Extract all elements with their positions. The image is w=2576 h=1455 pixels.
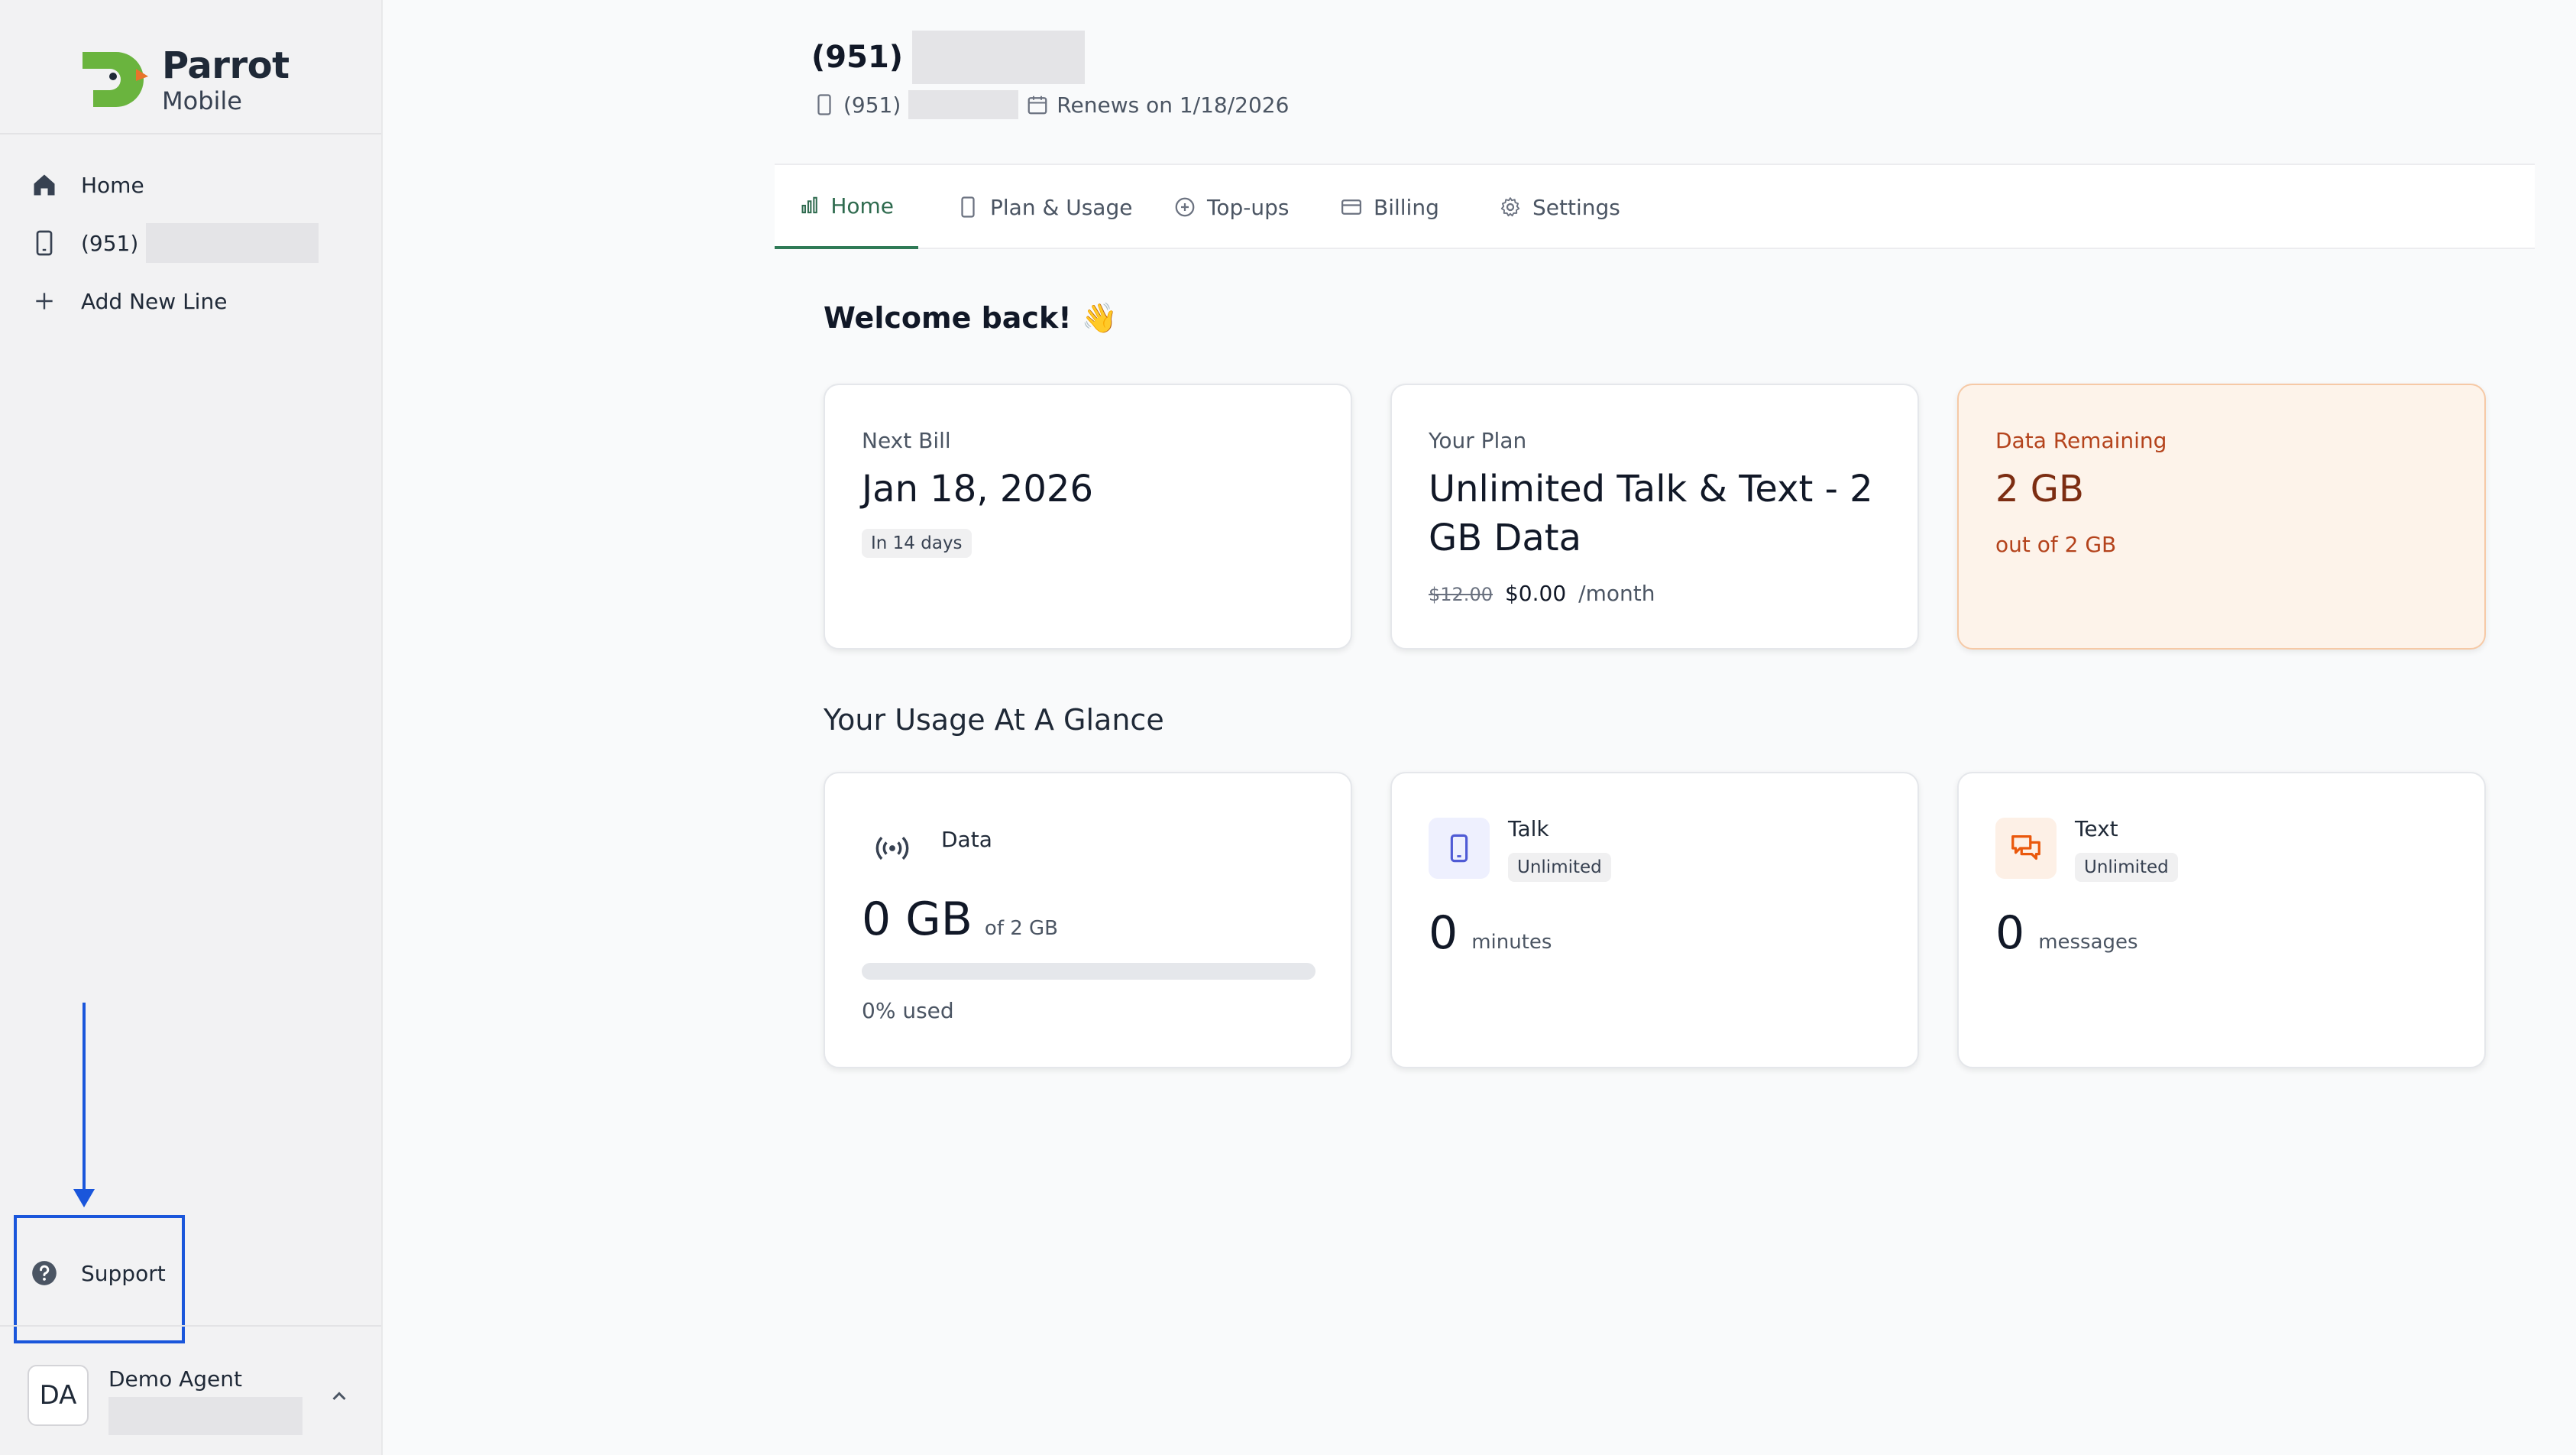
phone-icon	[29, 228, 60, 258]
sidebar-item-add-line[interactable]: Add New Line	[29, 278, 227, 324]
sidebar-item-label: Add New Line	[81, 288, 228, 314]
signal-icon	[862, 818, 923, 879]
data-used-percent: 0% used	[862, 998, 954, 1023]
data-usage-card: Data 0 GB of 2 GB 0% used	[824, 772, 1352, 1068]
tab-top-ups[interactable]: Top-ups	[1149, 165, 1313, 249]
tab-settings[interactable]: Settings	[1474, 165, 1645, 249]
data-usage-label: Data	[941, 827, 992, 852]
annotation-arrow	[83, 1003, 86, 1192]
sidebar: Parrot Mobile Home (951) Add New Line Su…	[0, 0, 383, 1455]
talk-label: Talk	[1508, 816, 1549, 841]
data-used-value: 0 GB	[862, 893, 972, 946]
text-unit: messages	[2038, 931, 2138, 954]
talk-usage-card: Talk Unlimited 0 minutes	[1390, 772, 1919, 1068]
question-circle-icon	[29, 1258, 60, 1288]
unlimited-badge: Unlimited	[2075, 853, 2178, 882]
sidebar-item-home[interactable]: Home	[29, 162, 144, 208]
tab-label: Billing	[1374, 194, 1439, 220]
card-label: Next Bill	[862, 428, 951, 453]
gear-icon	[1500, 197, 1520, 217]
sidebar-item-label: Support	[81, 1260, 166, 1286]
tab-home[interactable]: Home	[775, 165, 918, 249]
bar-chart-icon	[801, 196, 817, 214]
plan-price: $12.00 $0.00 /month	[1429, 581, 1655, 606]
talk-minutes-value: 0	[1429, 906, 1458, 960]
credit-card-icon	[1341, 199, 1361, 215]
tab-billing[interactable]: Billing	[1316, 165, 1464, 249]
phone-icon	[1429, 818, 1490, 879]
brand-logo[interactable]: Parrot Mobile	[76, 43, 306, 115]
page-title: (951)	[811, 31, 1086, 84]
data-remaining-total: out of 2 GB	[1995, 532, 2117, 557]
avatar: DA	[28, 1365, 89, 1426]
text-usage-card: Text Unlimited 0 messages	[1957, 772, 2486, 1068]
plus-icon	[29, 286, 60, 316]
home-icon	[29, 170, 60, 200]
tab-label: Home	[830, 193, 894, 219]
data-usage-amount: 0 GB of 2 GB	[862, 893, 1058, 946]
due-badge: In 14 days	[862, 529, 972, 558]
text-label: Text	[2075, 816, 2118, 841]
user-name: Demo Agent	[108, 1366, 242, 1392]
data-usage-progress	[862, 963, 1316, 980]
tab-label: Top-ups	[1207, 194, 1290, 220]
data-remaining-value: 2 GB	[1995, 468, 2084, 510]
tab-bar: Home Plan & Usage Top-ups Billing Settin…	[775, 164, 2535, 249]
parrot-logo-icon	[83, 52, 148, 107]
calendar-icon	[1027, 96, 1047, 115]
card-label: Data Remaining	[1995, 428, 2167, 453]
plan-card: Your Plan Unlimited Talk & Text - 2 GB D…	[1390, 384, 1919, 650]
plus-circle-icon	[1175, 197, 1195, 217]
next-bill-card: Next Bill Jan 18, 2026 In 14 days	[824, 384, 1352, 650]
plan-name: Unlimited Talk & Text - 2 GB Data	[1429, 465, 1873, 562]
current-price: $0.00	[1504, 581, 1567, 606]
redacted-number	[908, 90, 1019, 119]
phone-icon	[817, 94, 831, 115]
tab-label: Settings	[1532, 194, 1620, 220]
price-period: /month	[1578, 581, 1655, 606]
brand-subname: Mobile	[162, 86, 242, 115]
line-number-small: (951)	[843, 92, 901, 118]
talk-usage-amount: 0 minutes	[1429, 906, 1552, 960]
user-menu[interactable]: DA Demo Agent	[28, 1365, 364, 1435]
welcome-heading: Welcome back! 👋	[824, 301, 1118, 335]
plan-name-line-2: GB Data	[1429, 517, 1581, 559]
tab-label: Plan & Usage	[990, 194, 1133, 220]
renewal-date: Renews on 1/18/2026	[1057, 92, 1290, 118]
line-subheader: (951) Renews on 1/18/2026	[813, 90, 1289, 119]
text-messages-value: 0	[1995, 906, 2025, 960]
unlimited-badge: Unlimited	[1508, 853, 1611, 882]
sidebar-divider	[0, 133, 381, 134]
line-number: (951)	[811, 40, 904, 75]
annotation-arrow-head	[73, 1189, 95, 1207]
tab-plan-usage[interactable]: Plan & Usage	[932, 165, 1157, 249]
next-bill-date: Jan 18, 2026	[862, 468, 1093, 510]
text-usage-amount: 0 messages	[1995, 906, 2138, 960]
redacted-user-email	[108, 1397, 303, 1435]
usage-heading: Your Usage At A Glance	[824, 703, 1164, 737]
sidebar-item-line[interactable]: (951)	[29, 220, 319, 266]
data-total: of 2 GB	[984, 917, 1059, 940]
chat-icon	[1995, 818, 2057, 879]
data-remaining-card: Data Remaining 2 GB out of 2 GB	[1957, 384, 2486, 650]
sidebar-divider	[0, 1325, 381, 1327]
redacted-number	[912, 31, 1086, 84]
redacted-number	[146, 223, 319, 263]
card-label: Your Plan	[1429, 428, 1527, 453]
chevron-up-icon	[332, 1392, 346, 1401]
sidebar-item-label: (951)	[81, 230, 139, 256]
sidebar-item-support[interactable]: Support	[29, 1250, 166, 1296]
plan-name-line-1: Unlimited Talk & Text - 2	[1429, 468, 1873, 510]
phone-icon	[961, 196, 975, 218]
sidebar-item-label: Home	[81, 172, 144, 198]
talk-unit: minutes	[1471, 931, 1552, 954]
brand-name: Parrot	[162, 44, 290, 87]
original-price: $12.00	[1429, 584, 1493, 605]
